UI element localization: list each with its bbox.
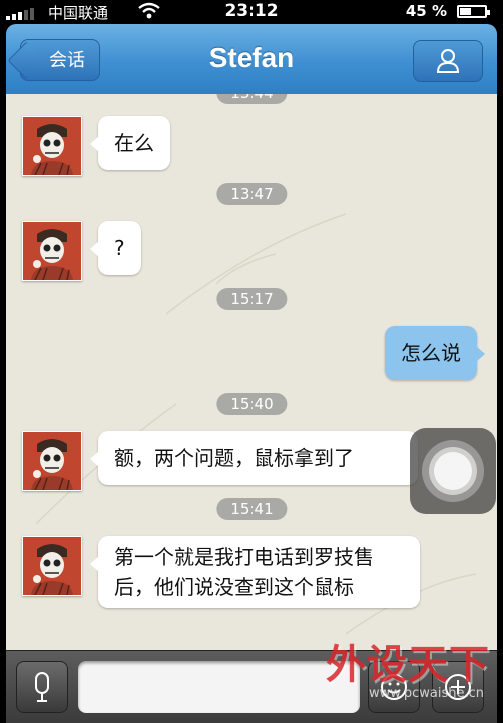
- watermark-url: www.pcwaishe.cn: [369, 686, 484, 701]
- avatar[interactable]: [22, 116, 82, 176]
- skull-avatar-icon: [23, 537, 81, 595]
- timestamp: 15:17: [216, 288, 288, 310]
- timestamp: 13:44: [216, 94, 288, 104]
- assistive-touch-button[interactable]: [410, 428, 496, 514]
- watermark: 外设天下 www.pcwaishe.cn: [300, 628, 500, 722]
- message-bubble[interactable]: 额，两个问题，鼠标拿到了: [90, 431, 418, 485]
- voice-button[interactable]: [16, 661, 68, 713]
- battery-percent: 45 %: [405, 2, 447, 20]
- message-bubble[interactable]: 怎么说: [385, 326, 485, 380]
- skull-avatar-icon: [23, 432, 81, 490]
- avatar[interactable]: [22, 431, 82, 491]
- microphone-icon: [35, 672, 49, 702]
- navigation-bar: 会话 Stefan: [6, 24, 497, 94]
- skull-avatar-icon: [23, 117, 81, 175]
- timestamp: 13:47: [216, 183, 288, 205]
- message-bubble[interactable]: ?: [90, 221, 141, 275]
- message-bubble[interactable]: 在么: [90, 116, 170, 170]
- message-bubble[interactable]: 第一个就是我打电话到罗技售后，他们说没查到这个鼠标: [90, 536, 420, 608]
- person-icon: [436, 49, 460, 73]
- avatar[interactable]: [22, 536, 82, 596]
- timestamp: 15:40: [216, 393, 288, 415]
- status-bar: 中国联通 23:12 45 %: [0, 0, 503, 24]
- skull-avatar-icon: [23, 222, 81, 280]
- avatar[interactable]: [22, 221, 82, 281]
- chat-area[interactable]: 13:44 在么 13:47 ? 15:17 怎么说 15: [6, 94, 497, 650]
- profile-button[interactable]: [413, 40, 483, 82]
- battery-icon: [457, 5, 490, 18]
- watermark-brand: 外设天下: [326, 642, 490, 688]
- timestamp: 15:41: [216, 498, 288, 520]
